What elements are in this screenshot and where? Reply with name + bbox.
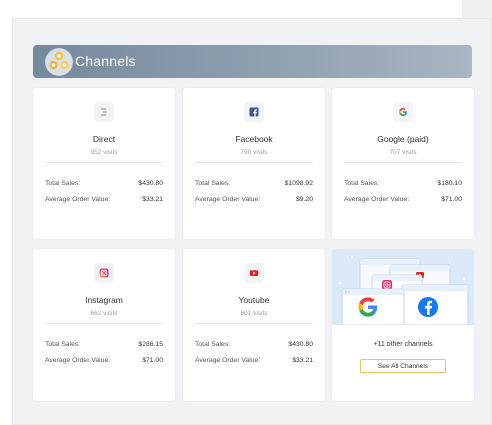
aov-value: $33.21	[142, 196, 163, 203]
total-sales-label: Total Sales:	[45, 341, 81, 348]
direct-icon	[94, 102, 114, 122]
aov-label: Average Order Value:	[45, 357, 111, 364]
divider	[195, 323, 313, 324]
google-icon	[393, 102, 413, 122]
facebook-icon	[244, 102, 264, 122]
channel-visits: 707 visits	[389, 149, 417, 156]
total-sales-label: Total Sales:	[195, 341, 231, 348]
divider	[45, 323, 163, 324]
channel-card-instagram[interactable]: Instagram 662 visits Total Sales: $286.1…	[33, 249, 175, 401]
total-sales-value: $1098.92	[284, 180, 313, 187]
see-all-channels-button[interactable]: See All Channels	[360, 359, 446, 373]
divider	[195, 162, 313, 163]
other-channels-count: +11 other channels	[373, 341, 433, 348]
channel-visits: 601 visits	[240, 310, 268, 317]
channels-illustration	[332, 249, 474, 325]
total-sales-value: $286.15	[138, 341, 163, 348]
channels-logo-icon	[45, 48, 73, 76]
channel-card-direct[interactable]: Direct 952 visits Total Sales: $430.80 A…	[33, 88, 175, 239]
aov-value: $71.00	[142, 357, 163, 364]
channel-name: Google (paid)	[377, 134, 429, 144]
channel-visits: 662 visits	[90, 310, 118, 317]
aov-label: Average Order Value:	[195, 357, 261, 364]
total-sales-value: $430.80	[288, 341, 313, 348]
total-sales-label: Total Sales:	[344, 180, 380, 187]
channel-name: Instagram	[85, 295, 123, 305]
channel-name: Direct	[92, 134, 116, 144]
divider	[344, 162, 462, 163]
channel-name: Youtube	[238, 295, 270, 305]
aov-label: Average Order Value:	[45, 196, 111, 203]
divider	[45, 162, 163, 163]
page-title: Channels	[75, 53, 136, 69]
aov-label: Average Order Value:	[195, 196, 261, 203]
channel-visits: 952 visits	[90, 149, 118, 156]
aov-value: $71.00	[441, 196, 462, 203]
aov-value: $9.20	[295, 196, 313, 203]
channel-card-youtube[interactable]: Youtube 601 visits Total Sales: $430.80 …	[183, 249, 325, 401]
instagram-icon	[94, 263, 114, 283]
channel-visits: 790 visits	[240, 149, 268, 156]
other-channels-card: +11 other channels See All Channels	[332, 249, 474, 401]
youtube-icon	[244, 263, 264, 283]
aov-value: $33.21	[292, 357, 313, 364]
total-sales-label: Total Sales:	[195, 180, 231, 187]
channel-card-facebook[interactable]: Facebook 790 visits Total Sales: $1098.9…	[183, 88, 325, 239]
total-sales-value: $430.80	[138, 180, 163, 187]
channels-header: Channels	[33, 45, 472, 78]
total-sales-value: $180.10	[437, 180, 462, 187]
aov-label: Average Order Value:	[344, 196, 410, 203]
channel-card-google[interactable]: Google (paid) 707 visits Total Sales: $1…	[332, 88, 474, 239]
background-shape	[462, 0, 492, 18]
channel-name: Facebook	[235, 134, 273, 144]
total-sales-label: Total Sales:	[45, 180, 81, 187]
